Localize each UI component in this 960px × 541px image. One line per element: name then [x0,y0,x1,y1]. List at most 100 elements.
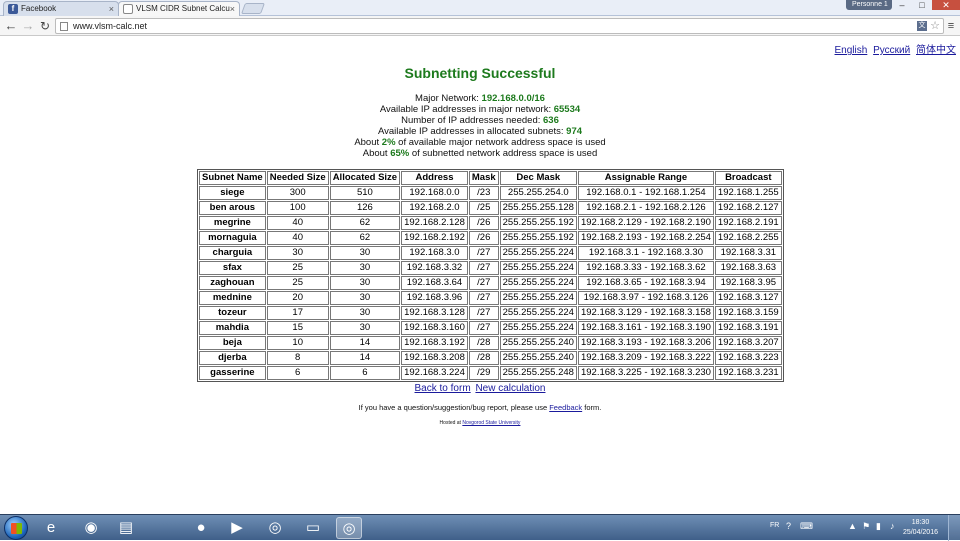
hosted-link[interactable]: Novgorod State University [462,420,520,426]
col-needed-size: Needed Size [266,171,329,185]
taskbar-firefox-icon[interactable]: ◉ [78,517,104,539]
table-row: mahdia 15 30 192.168.3.160/27 255.255.255.22… [199,321,782,335]
cell-assignable-range: 192.168.2.1 - 192.168.2.126 [577,201,714,215]
cell-assignable-range: 192.168.0.1 - 192.168.1.254 [577,186,714,200]
cell-dec-mask: 255.255.255.192 [499,231,577,245]
cell-dec-mask: 255.255.255.224 [499,321,577,335]
lang-english-link[interactable]: English [835,45,868,56]
clock[interactable]: 18:30 25/04/2016 [903,518,938,538]
cell-broadcast: 192.168.3.159 [714,306,782,320]
taskbar-chrome-icon[interactable]: ◎ [262,517,288,539]
cell-needed-size: 25 [266,276,329,290]
col-assignable-range: Assignable Range [577,171,714,185]
input-language[interactable]: FR [770,522,779,529]
address-bar[interactable]: www.vlsm-calc.net 文 ☆ [55,18,944,34]
tab-vlsm-calculator[interactable]: VLSM CIDR Subnet Calcu × [118,1,240,16]
table-row: zaghouan 25 30 192.168.3.64/27 255.255.255.2… [199,276,782,290]
back-to-form-link[interactable]: Back to form [415,383,471,394]
summary-needed: Number of IP addresses needed: 636 [401,115,559,126]
cell-assignable-range: 192.168.3.97 - 192.168.3.126 [577,291,714,305]
profile-button[interactable]: Personne 1 [846,0,892,10]
show-desktop-button[interactable] [948,515,960,541]
close-window-button[interactable]: ✕ [932,0,960,10]
taskbar-winrar-icon[interactable]: ▤ [113,517,139,539]
table-row: mornaguia 40 62 192.168.2.192/26 255.255.255… [199,231,782,245]
windows-taskbar: e ◉ ▤ ● ▶ ◎ ▭ ◎ FR ? ⌨ ▲ ⚑ ▮ ♪ 18:30 25/04/2016 [0,514,960,541]
cell-allocated-size: 30 [329,291,401,305]
translate-icon[interactable]: 文 [917,21,927,31]
start-button[interactable] [4,516,28,540]
cell-address: 192.168.3.64 [401,276,468,290]
cell-allocated-size: 30 [329,306,401,320]
cell-assignable-range: 192.168.3.33 - 192.168.3.62 [577,261,714,275]
network-icon[interactable]: ▮ [876,521,881,532]
cell-allocated-size: 6 [329,366,401,380]
cell-subnet-name: beja [199,336,266,350]
close-tab-icon[interactable]: × [230,2,235,16]
cell-allocated-size: 30 [329,321,401,335]
cell-dec-mask: 255.255.255.240 [499,351,577,365]
lang-russian-link[interactable]: Русский [873,45,910,56]
cell-mask: /28 [468,336,499,350]
feedback-link[interactable]: Feedback [549,403,582,412]
taskbar-chrome-active-icon[interactable]: ◎ [336,517,362,539]
cell-needed-size: 6 [266,366,329,380]
taskbar-media-player-icon[interactable]: ● [188,517,214,539]
forward-icon[interactable]: → [20,18,36,34]
maximize-button[interactable]: □ [912,0,932,10]
feedback-note: If you have a question/suggestion/bug re… [358,403,602,412]
chrome-menu-icon[interactable]: ≡ [946,19,956,33]
cell-dec-mask: 255.255.255.248 [499,366,577,380]
cell-needed-size: 15 [266,321,329,335]
cell-allocated-size: 510 [329,186,401,200]
cell-allocated-size: 62 [329,231,401,245]
cell-subnet-name: ben arous [199,201,266,215]
cell-mask: /26 [468,231,499,245]
cell-dec-mask: 255.255.255.224 [499,246,577,260]
tab-title: VLSM CIDR Subnet Calcu [136,4,230,13]
cell-mask: /28 [468,351,499,365]
volume-icon[interactable]: ♪ [890,521,895,531]
cell-mask: /27 [468,261,499,275]
back-icon[interactable]: ← [3,18,19,34]
lang-chinese-link[interactable]: 简体中文 [916,45,956,56]
table-row: djerba 8 14 192.168.3.208/28 255.255.255.240… [199,351,782,365]
cell-subnet-name: charguia [199,246,266,260]
new-tab-button[interactable] [240,3,266,14]
minimize-button[interactable]: – [892,0,912,10]
page-favicon-icon [123,4,133,14]
cell-allocated-size: 126 [329,201,401,215]
col-subnet-name: Subnet Name [199,171,266,185]
reload-icon[interactable]: ↻ [37,18,53,34]
cell-allocated-size: 14 [329,351,401,365]
facebook-icon: f [8,4,18,14]
cell-assignable-range: 192.168.3.193 - 192.168.3.206 [577,336,714,350]
cell-broadcast: 192.168.3.223 [714,351,782,365]
taskbar-video-player-icon[interactable]: ▶ [224,517,250,539]
cell-subnet-name: sfax [199,261,266,275]
cell-subnet-name: djerba [199,351,266,365]
help-icon[interactable]: ? [786,521,791,531]
flag-icon[interactable]: ⚑ [862,521,870,532]
cell-mask: /25 [468,201,499,215]
cell-mask: /26 [468,216,499,230]
new-calculation-link[interactable]: New calculation [475,383,545,394]
cell-needed-size: 30 [266,246,329,260]
col-dec-mask: Dec Mask [499,171,577,185]
tab-facebook[interactable]: f Facebook × [3,1,119,16]
browser-toolbar: ← → ↻ www.vlsm-calc.net 文 ☆ ≡ [0,16,960,36]
cell-broadcast: 192.168.3.207 [714,336,782,350]
url-text: www.vlsm-calc.net [73,21,148,31]
close-tab-icon[interactable]: × [109,2,114,16]
cell-broadcast: 192.168.2.255 [714,231,782,245]
cell-assignable-range: 192.168.3.1 - 192.168.3.30 [577,246,714,260]
cell-assignable-range: 192.168.2.193 - 192.168.2.254 [577,231,714,245]
taskbar-file-explorer-icon[interactable]: ▭ [300,517,326,539]
bookmark-star-icon[interactable]: ☆ [930,19,940,33]
tray-expand-icon[interactable]: ▲ [848,521,857,531]
taskbar-internet-explorer-icon[interactable]: e [38,517,64,539]
cell-dec-mask: 255.255.255.224 [499,261,577,275]
cell-broadcast: 192.168.3.63 [714,261,782,275]
cell-dec-mask: 255.255.255.224 [499,291,577,305]
keyboard-icon[interactable]: ⌨ [800,521,813,532]
